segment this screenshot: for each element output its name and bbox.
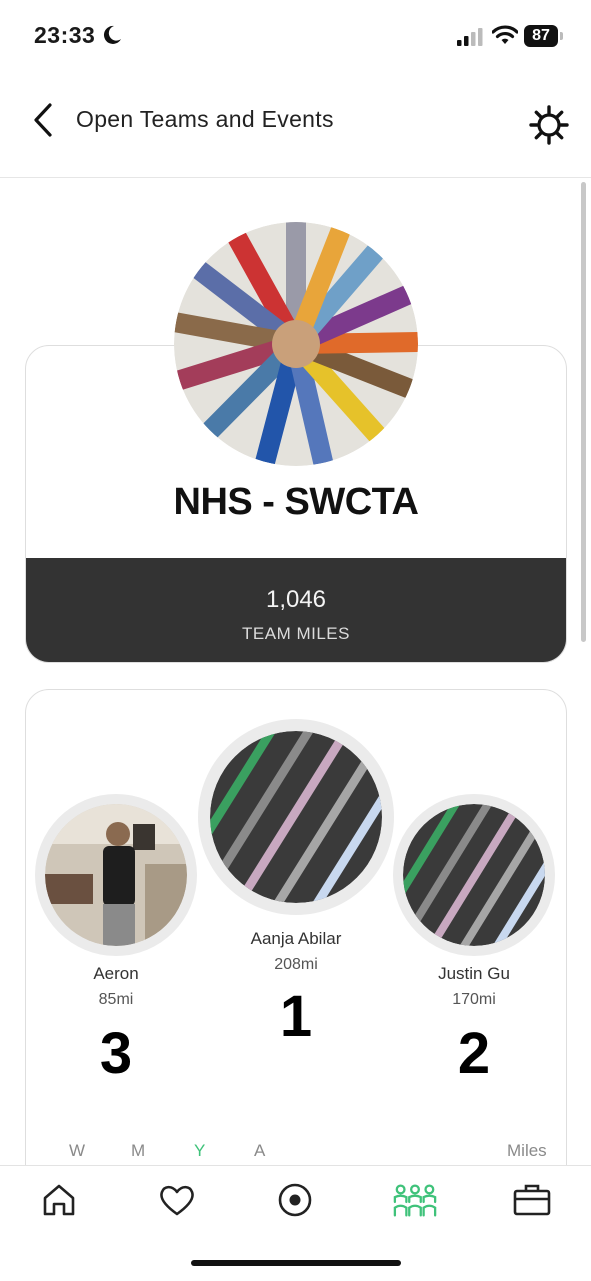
home-indicator	[191, 1260, 401, 1266]
gear-icon[interactable]	[528, 104, 570, 146]
signal-icon	[457, 28, 483, 46]
period-tab-month[interactable]: M	[131, 1141, 145, 1161]
nav-header: Open Teams and Events	[0, 72, 591, 178]
briefcase-icon[interactable]	[512, 1180, 552, 1220]
status-time: 23:33	[34, 22, 96, 48]
battery-level: 87	[524, 25, 558, 47]
record-icon[interactable]	[275, 1180, 315, 1220]
first-place-miles: 208mi	[274, 956, 318, 973]
team-avatar[interactable]	[174, 222, 418, 466]
first-place-rank: 1	[279, 984, 313, 1049]
third-place-miles: 85mi	[98, 991, 134, 1008]
team-name: NHS - SWCTA	[173, 481, 420, 523]
team-miles-value: 1,046	[265, 586, 327, 613]
team-miles-band: 1,046 TEAM MILES	[26, 558, 566, 662]
avatar-second[interactable]	[403, 804, 545, 946]
home-icon[interactable]	[39, 1180, 79, 1220]
second-place-rank: 2	[457, 1021, 491, 1086]
scrollbar[interactable]	[581, 182, 586, 642]
period-tab-week[interactable]: W	[69, 1141, 85, 1161]
back-chevron-icon[interactable]	[28, 100, 60, 140]
battery-indicator: 87	[524, 25, 564, 47]
team-miles-label: TEAM MILES	[242, 624, 350, 643]
teams-icon[interactable]	[392, 1180, 438, 1220]
third-place-rank: 3	[99, 1021, 133, 1086]
moon-icon	[103, 25, 121, 44]
avatar-first[interactable]	[210, 731, 382, 903]
period-tab-all[interactable]: A	[254, 1141, 265, 1161]
heart-icon[interactable]	[157, 1180, 197, 1220]
second-place-name: Justin Gu	[438, 964, 510, 983]
period-tab-year[interactable]: Y	[194, 1141, 205, 1161]
wifi-icon	[492, 25, 518, 44]
second-place-miles: 170mi	[452, 991, 496, 1008]
units-toggle[interactable]: Miles	[507, 1141, 547, 1161]
third-place-name: Aeron	[93, 964, 139, 983]
avatar-third[interactable]	[45, 804, 187, 946]
first-place-name: Aanja Abilar	[250, 929, 342, 948]
page-title: Open Teams and Events	[76, 106, 334, 132]
battery-tip	[560, 32, 563, 40]
status-bar: 23:33 87	[0, 0, 591, 72]
